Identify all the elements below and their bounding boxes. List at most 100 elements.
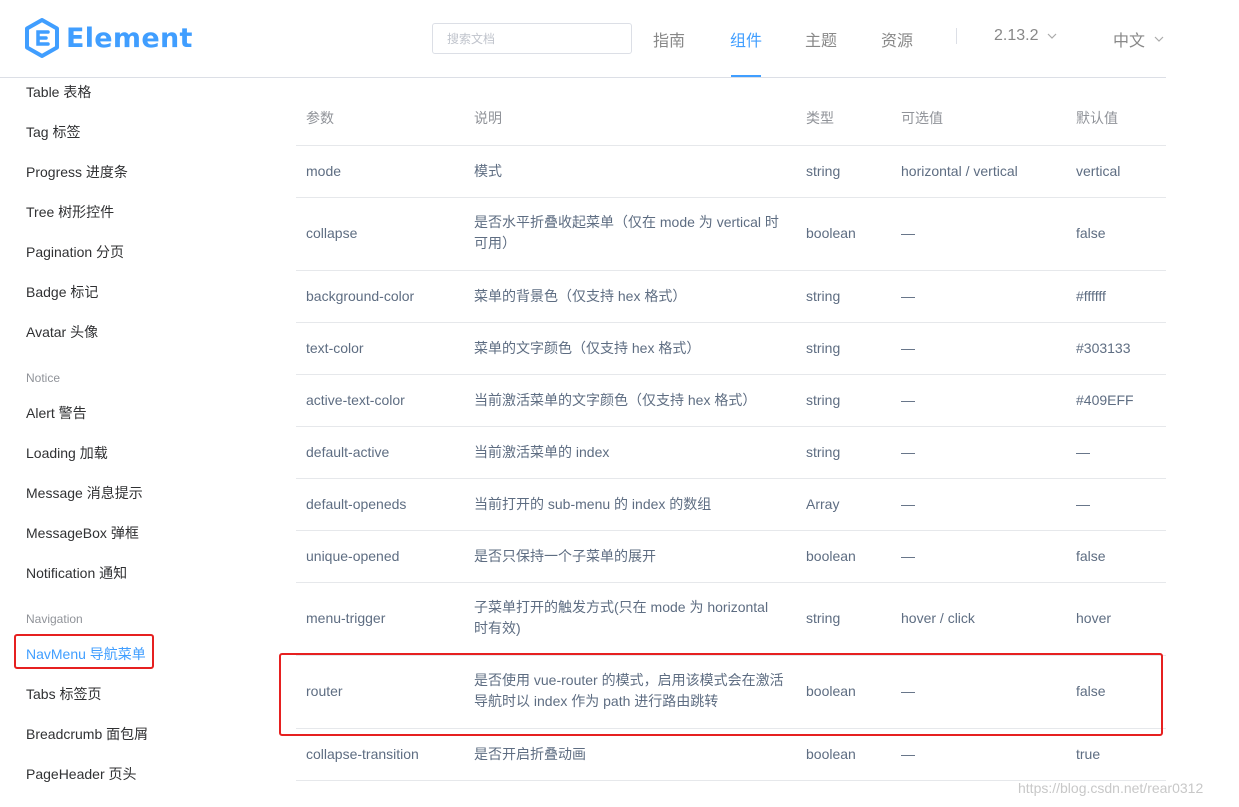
type-cell: string [806, 340, 841, 356]
type-cell: string [806, 163, 841, 179]
param-cell: background-color [306, 288, 415, 304]
table-header-row: 参数 说明 类型 可选值 默认值 [296, 93, 1166, 146]
version-label: 2.13.2 [994, 27, 1039, 44]
sidebar-item-table[interactable]: Table 表格 [26, 82, 91, 102]
language-label: 中文 [1113, 33, 1146, 50]
desc-cell: 是否只保持一个子菜单的展开 [474, 548, 656, 564]
nav-guide[interactable]: 指南 [653, 27, 685, 51]
type-cell: boolean [806, 548, 856, 564]
nav-divider [956, 28, 957, 44]
sidebar-group-notice: Notice [26, 371, 61, 385]
options-cell: — [901, 548, 915, 564]
nav-resource[interactable]: 资源 [881, 27, 913, 51]
logo[interactable]: Element [24, 18, 193, 58]
table-row: default-openeds 当前打开的 sub-menu 的 index 的… [296, 479, 1166, 531]
options-cell: — [901, 496, 915, 512]
sidebar-item-alert[interactable]: Alert 警告 [26, 403, 87, 423]
default-cell: #303133 [1076, 340, 1131, 356]
param-cell: default-active [306, 444, 390, 460]
sidebar-highlight-box [14, 634, 154, 669]
table-row: mode 模式 string horizontal / vertical ver… [296, 146, 1166, 198]
type-cell: string [806, 444, 841, 460]
table-row: text-color 菜单的文字颜色（仅支持 hex 格式） string — … [296, 323, 1166, 375]
language-dropdown[interactable]: 中文 [1113, 27, 1164, 51]
nav-component[interactable]: 组件 [730, 27, 762, 51]
desc-cell: 菜单的背景色（仅支持 hex 格式） [474, 288, 687, 304]
watermark: https://blog.csdn.net/rear0312 [1018, 780, 1204, 796]
desc-cell: 当前激活菜单的文字颜色（仅支持 hex 格式） [474, 392, 757, 408]
table-header: 默认值 [1076, 110, 1118, 126]
nav-theme[interactable]: 主题 [805, 27, 837, 51]
sidebar-item-badge[interactable]: Badge 标记 [26, 282, 98, 302]
options-cell: — [901, 746, 915, 762]
options-cell: — [901, 444, 915, 460]
element-logo-icon [25, 18, 59, 58]
sidebar-item-pagination[interactable]: Pagination 分页 [26, 242, 124, 262]
desc-cell: 模式 [474, 163, 502, 179]
options-cell: — [901, 340, 915, 356]
default-cell: vertical [1076, 163, 1121, 179]
default-cell: — [1076, 496, 1090, 512]
desc-cell: 当前打开的 sub-menu 的 index 的数组 [474, 496, 712, 512]
options-cell: hover / click [901, 610, 975, 626]
desc-cell: 菜单的文字颜色（仅支持 hex 格式） [474, 340, 701, 356]
param-cell: unique-opened [306, 548, 400, 564]
search-input[interactable] [432, 23, 632, 54]
default-cell: true [1076, 746, 1101, 762]
chevron-down-icon [1047, 33, 1057, 39]
top-header: Element 指南 组件 主题 资源 2.13.2 中文 [0, 0, 1239, 78]
version-dropdown[interactable]: 2.13.2 [994, 27, 1057, 45]
desc-cell: 是否开启折叠动画 [474, 746, 586, 762]
sidebar-item-avatar[interactable]: Avatar 头像 [26, 322, 98, 342]
table-row: default-active 当前激活菜单的 index string — — [296, 427, 1166, 479]
type-cell: string [806, 392, 841, 408]
type-cell: string [806, 288, 841, 304]
sidebar: Table 表格 Tag 标签 Progress 进度条 Tree 树形控件 P… [0, 78, 260, 807]
desc-cell: 是否水平折叠收起菜单（仅在 mode 为 vertical 时可用） [474, 214, 779, 251]
param-cell: mode [306, 163, 342, 179]
desc-cell: 子菜单打开的触发方式(只在 mode 为 horizontal 时有效) [474, 599, 769, 636]
table-row: collapse-transition 是否开启折叠动画 boolean — t… [296, 729, 1166, 781]
table-header: 参数 [306, 110, 334, 126]
default-cell: false [1076, 225, 1106, 241]
sidebar-item-notification[interactable]: Notification 通知 [26, 563, 127, 583]
sidebar-item-loading[interactable]: Loading 加载 [26, 443, 108, 463]
default-cell: #409EFF [1076, 392, 1134, 408]
table-row: background-color 菜单的背景色（仅支持 hex 格式） stri… [296, 271, 1166, 323]
sidebar-item-tag[interactable]: Tag 标签 [26, 122, 80, 142]
sidebar-item-breadcrumb[interactable]: Breadcrumb 面包屑 [26, 724, 148, 744]
param-cell: active-text-color [306, 392, 405, 408]
table-header: 可选值 [901, 110, 943, 126]
options-cell: — [901, 225, 915, 241]
options-cell: horizontal / vertical [901, 163, 1018, 179]
table-header: 类型 [806, 110, 834, 126]
default-cell: false [1076, 548, 1106, 564]
table-header: 说明 [474, 110, 502, 126]
logo-text: Element [66, 22, 193, 54]
param-cell: default-openeds [306, 496, 407, 512]
table-row: unique-opened 是否只保持一个子菜单的展开 boolean — fa… [296, 531, 1166, 583]
param-cell: text-color [306, 340, 364, 356]
router-row-highlight-box [279, 653, 1163, 736]
sidebar-item-messagebox[interactable]: MessageBox 弹框 [26, 523, 139, 543]
default-cell: #ffffff [1076, 288, 1106, 304]
type-cell: boolean [806, 746, 856, 762]
sidebar-item-tabs[interactable]: Tabs 标签页 [26, 684, 101, 704]
table-row: collapse 是否水平折叠收起菜单（仅在 mode 为 vertical 时… [296, 198, 1166, 271]
table-row: menu-trigger 子菜单打开的触发方式(只在 mode 为 horizo… [296, 583, 1166, 656]
type-cell: boolean [806, 225, 856, 241]
options-cell: — [901, 288, 915, 304]
table-row: active-text-color 当前激活菜单的文字颜色（仅支持 hex 格式… [296, 375, 1166, 427]
options-cell: — [901, 392, 915, 408]
type-cell: string [806, 610, 841, 626]
desc-cell: 当前激活菜单的 index [474, 444, 610, 460]
param-cell: collapse-transition [306, 746, 419, 762]
chevron-down-icon [1154, 36, 1164, 42]
sidebar-group-navigation: Navigation [26, 612, 83, 626]
sidebar-item-pageheader[interactable]: PageHeader 页头 [26, 764, 137, 784]
param-cell: collapse [306, 225, 358, 241]
sidebar-item-message[interactable]: Message 消息提示 [26, 483, 143, 503]
sidebar-item-tree[interactable]: Tree 树形控件 [26, 202, 114, 222]
sidebar-item-progress[interactable]: Progress 进度条 [26, 162, 128, 182]
type-cell: Array [806, 496, 840, 512]
